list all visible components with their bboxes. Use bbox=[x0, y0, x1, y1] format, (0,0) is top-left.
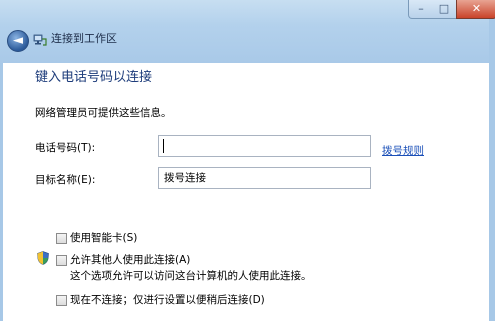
connect-to-workplace-window: – □ ✕ ◄ 连接到工作区 键入电话号码以连接 网络管理员可提供这些信息。 电… bbox=[0, 0, 495, 321]
allow-others-note: 这个选项允许可以访问这台计算机的人使用此连接。 bbox=[70, 270, 312, 282]
window-frame-right bbox=[489, 0, 495, 321]
minimize-button[interactable]: – bbox=[408, 0, 434, 19]
page-description: 网络管理员可提供这些信息。 bbox=[35, 107, 172, 119]
uac-shield-icon bbox=[37, 251, 49, 265]
back-button[interactable]: ◄ bbox=[7, 30, 29, 52]
destination-name-input[interactable]: 拨号连接 bbox=[158, 167, 371, 189]
dont-connect-now-checkbox[interactable] bbox=[56, 295, 67, 306]
smart-card-checkbox[interactable] bbox=[56, 233, 67, 244]
destination-name-value: 拨号连接 bbox=[164, 172, 206, 184]
phone-number-input[interactable] bbox=[158, 135, 371, 157]
network-connection-icon bbox=[33, 34, 47, 46]
destination-name-label: 目标名称(E): bbox=[35, 174, 96, 186]
allow-others-label[interactable]: 允许其他人使用此连接(A) bbox=[70, 253, 190, 267]
dont-connect-now-label[interactable]: 现在不连接；仅进行设置以便稍后连接(D) bbox=[70, 293, 265, 307]
dialing-rules-link[interactable]: 拨号规则 bbox=[382, 144, 424, 158]
text-caret bbox=[163, 139, 164, 153]
minimize-icon: – bbox=[418, 2, 424, 15]
close-icon: ✕ bbox=[471, 2, 482, 15]
back-arrow-icon: ◄ bbox=[13, 33, 23, 48]
maximize-button[interactable]: □ bbox=[432, 0, 457, 19]
phone-number-label: 电话号码(T): bbox=[35, 142, 96, 154]
maximize-icon: □ bbox=[438, 2, 450, 15]
close-button[interactable]: ✕ bbox=[456, 0, 495, 19]
page-heading: 键入电话号码以连接 bbox=[35, 70, 153, 85]
window-title: 连接到工作区 bbox=[51, 32, 117, 45]
smart-card-label[interactable]: 使用智能卡(S) bbox=[70, 231, 137, 245]
allow-others-checkbox[interactable] bbox=[56, 255, 67, 266]
